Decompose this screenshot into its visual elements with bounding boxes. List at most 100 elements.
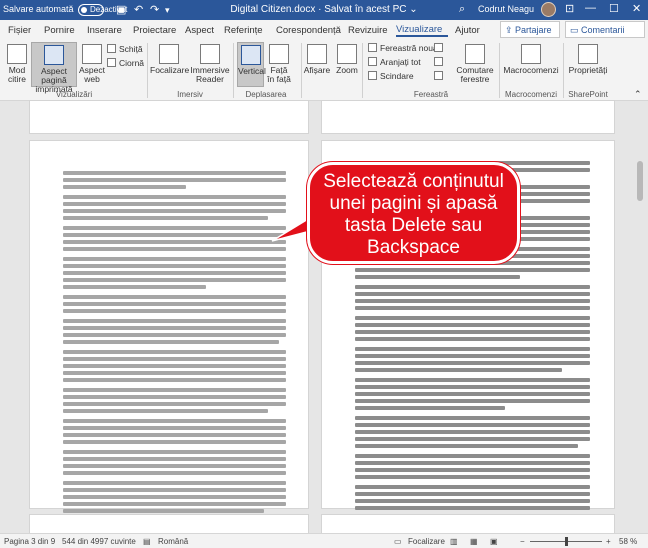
print-layout-icon[interactable]: ▦	[470, 537, 478, 546]
text-line	[63, 364, 286, 368]
arrange-icon	[368, 57, 377, 66]
new-window-button[interactable]: Fereastră nouă	[368, 43, 438, 53]
text-line	[63, 350, 286, 354]
text-line	[355, 299, 590, 303]
proofing-icon[interactable]: ▤	[143, 537, 151, 546]
tab-file[interactable]: Fișier	[8, 25, 31, 36]
properties-button[interactable]: Proprietăți	[565, 44, 611, 75]
word-window: Salvare automată Dezactivat ▣ ↶ ↷ ▾ Digi…	[0, 0, 648, 548]
arrange-all-button[interactable]: Aranjați tot	[368, 57, 421, 67]
show-button[interactable]: Afișare	[303, 44, 331, 75]
close-button[interactable]: ✕	[632, 2, 641, 15]
minimize-button[interactable]: —	[585, 2, 596, 14]
text-line	[63, 481, 286, 485]
text-line	[63, 357, 286, 361]
zoom-in-button[interactable]: +	[606, 537, 611, 546]
split-button[interactable]: Scindare	[368, 71, 414, 81]
tab-insert[interactable]: Inserare	[87, 25, 122, 36]
text-line	[63, 319, 286, 323]
tab-home[interactable]: Pornire	[44, 25, 75, 36]
magnifier-icon	[337, 44, 357, 64]
tab-design[interactable]: Proiectare	[133, 25, 176, 36]
share-label: Partajare	[515, 25, 552, 35]
read-mode-button[interactable]: Mod citire	[4, 44, 30, 84]
text-line	[355, 268, 590, 272]
switch-windows-button[interactable]: Comutare ferestre	[455, 44, 495, 84]
tab-layout[interactable]: Aspect	[185, 25, 214, 36]
text-line	[63, 388, 286, 392]
text-line	[355, 437, 590, 441]
web-layout-label: Aspect web	[79, 65, 105, 84]
macro-icon	[521, 44, 541, 64]
comments-button[interactable]: ▭ Comentarii	[565, 21, 645, 38]
ribbon-options-icon[interactable]: ⊡	[565, 2, 574, 15]
text-line	[63, 171, 286, 175]
page-2-right-bottom	[322, 101, 614, 133]
word-count[interactable]: 544 din 4997 cuvinte	[62, 537, 136, 546]
text-line	[63, 371, 286, 375]
page-6-top	[322, 515, 614, 535]
text-line	[63, 378, 286, 382]
reset-position-button[interactable]	[434, 71, 446, 81]
text-line	[355, 468, 590, 472]
avatar[interactable]	[541, 2, 556, 17]
text-line	[63, 495, 286, 499]
text-line	[63, 257, 286, 261]
search-icon[interactable]: ⌕	[459, 3, 465, 16]
divider	[301, 43, 302, 98]
zoom-button[interactable]: Zoom	[334, 44, 360, 75]
print-layout-button[interactable]: Aspect pagină imprimată	[31, 42, 77, 94]
tab-help[interactable]: Ajutor	[455, 25, 480, 36]
zoom-level[interactable]: 58 %	[619, 537, 637, 546]
new-window-icon	[368, 43, 377, 52]
side-by-side-icon	[434, 43, 443, 52]
divider	[362, 43, 363, 98]
text-line	[63, 226, 286, 230]
sync-scroll-button[interactable]	[434, 57, 446, 67]
vertical-scrollbar[interactable]	[634, 101, 646, 533]
text-line	[355, 444, 579, 448]
web-layout-button[interactable]: Aspect web	[79, 44, 105, 84]
text-line	[63, 409, 269, 413]
text-line	[63, 233, 286, 237]
side-to-side-button[interactable]: Față în față	[266, 44, 292, 84]
text-line	[63, 285, 206, 289]
language[interactable]: Română	[158, 537, 188, 546]
tab-view[interactable]: Vizualizare	[396, 24, 442, 35]
text-line	[355, 330, 590, 334]
vertical-button[interactable]: Vertical	[237, 42, 266, 87]
text-line	[355, 423, 590, 427]
web-layout-icon[interactable]: ▣	[490, 537, 498, 546]
tab-references[interactable]: Referințe	[224, 25, 263, 36]
status-bar: Pagina 3 din 9 544 din 4997 cuvinte ▤ Ro…	[0, 533, 648, 548]
switch-windows-label: Comutare ferestre	[456, 65, 494, 84]
draft-button[interactable]: Ciornă	[107, 58, 144, 68]
page-count[interactable]: Pagina 3 din 9	[4, 537, 55, 546]
focus-mode-icon[interactable]: ▭	[394, 537, 402, 546]
zoom-out-button[interactable]: −	[520, 537, 525, 546]
text-line	[355, 275, 520, 279]
status-focus[interactable]: Focalizare	[408, 537, 445, 546]
text-line	[355, 499, 590, 503]
side-by-side-button[interactable]	[434, 43, 446, 53]
outline-button[interactable]: Schiță	[107, 44, 143, 54]
page-3[interactable]	[30, 141, 308, 537]
macros-button[interactable]: Macrocomenzi	[500, 44, 562, 75]
share-icon: ⇪	[505, 25, 516, 35]
text-line	[63, 433, 286, 437]
user-name[interactable]: Codrut Neagu	[478, 4, 534, 14]
tab-mailings[interactable]: Corespondență	[276, 25, 341, 36]
zoom-slider-thumb[interactable]	[565, 537, 568, 546]
focus-label: Focalizare	[150, 65, 190, 75]
tab-review[interactable]: Revizuire	[348, 25, 388, 36]
read-mode-label: Mod citire	[8, 65, 26, 84]
focus-button[interactable]: Focalizare	[150, 44, 190, 75]
collapse-ribbon-icon[interactable]: ⌃	[634, 89, 642, 100]
text-line	[63, 450, 286, 454]
side-pages-icon	[269, 44, 289, 64]
share-button[interactable]: ⇪ Partajare	[500, 21, 560, 38]
read-mode-icon[interactable]: ▥	[450, 537, 458, 546]
scrollbar-thumb[interactable]	[637, 161, 643, 201]
maximize-button[interactable]: ☐	[609, 2, 619, 15]
immersive-reader-button[interactable]: Immersive Reader	[188, 44, 232, 84]
